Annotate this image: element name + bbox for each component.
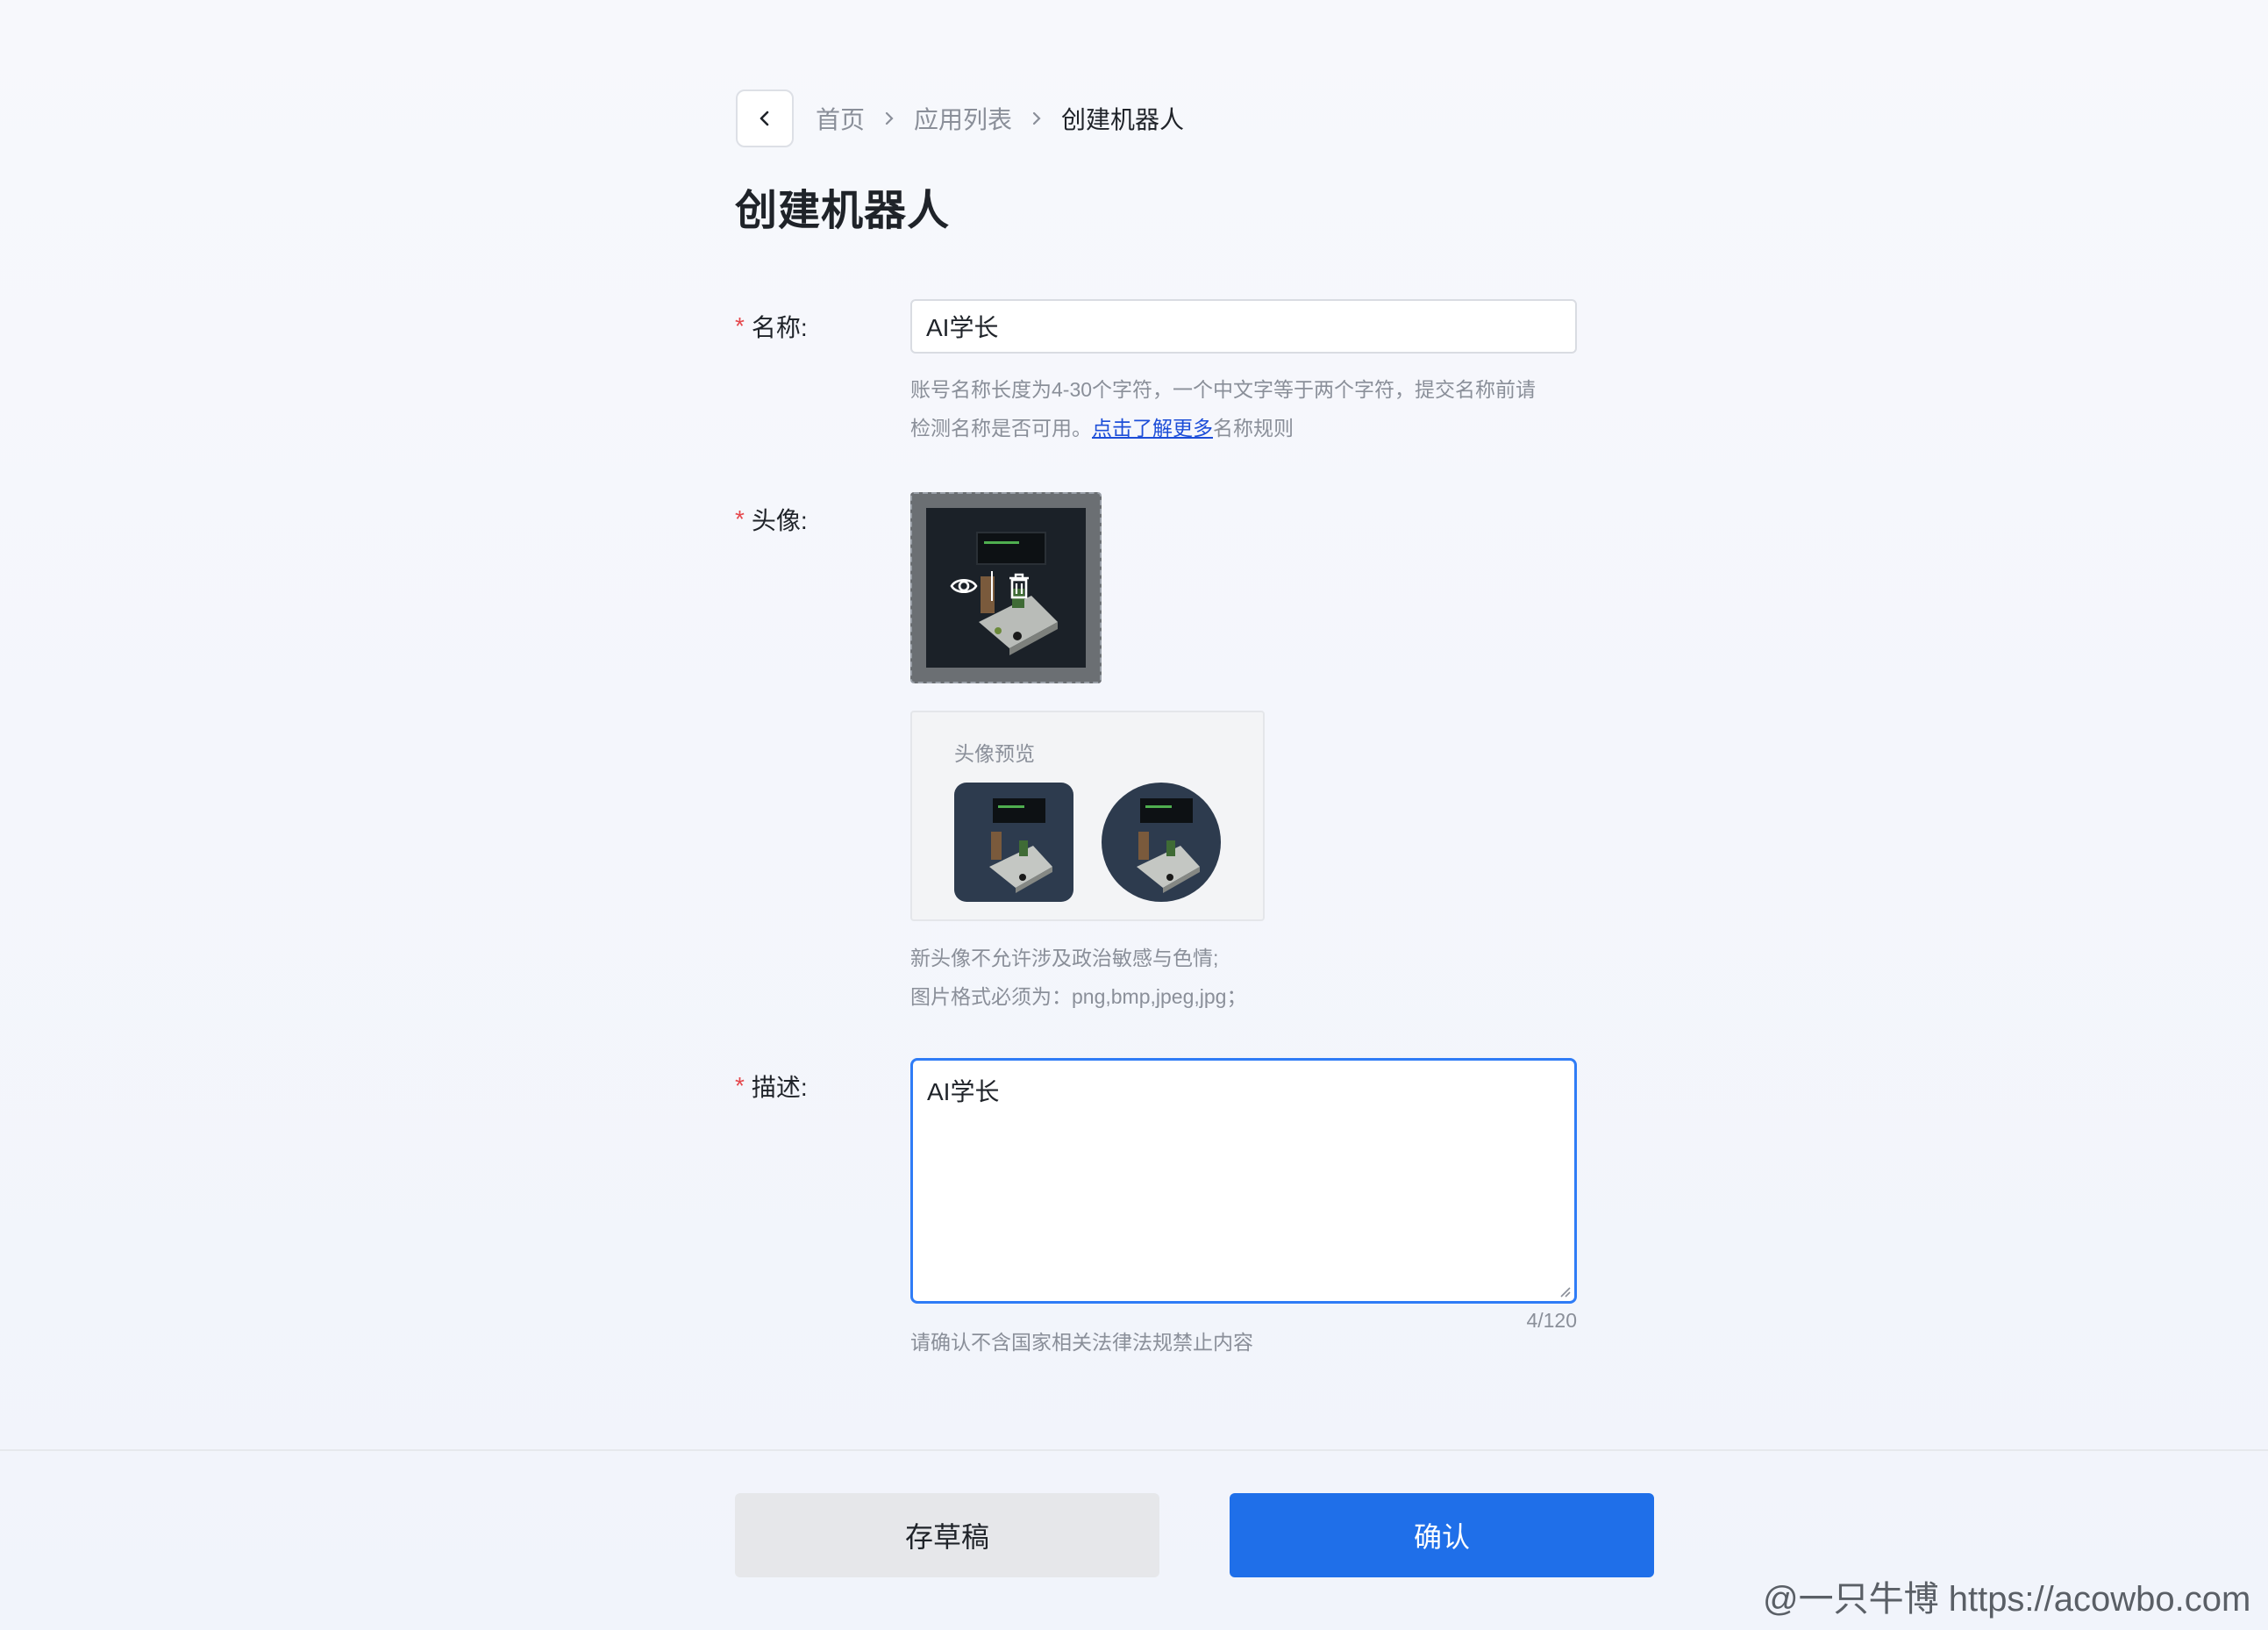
name-label-text: 名称: xyxy=(751,314,808,341)
name-hint-prefix: 检测名称是否可用。 xyxy=(910,417,1092,440)
chevron-right-icon xyxy=(1021,98,1052,139)
description-hint: 请确认不含国家相关法律法规禁止内容 xyxy=(910,1331,1253,1354)
required-mark: * xyxy=(735,312,745,340)
description-label: * 描述: xyxy=(735,1069,808,1104)
page: 首页 应用列表 创建机器人 创建机器人 * 名称: AI学长 账号名称长度为4-… xyxy=(0,0,2268,1630)
avatar-preview-circle xyxy=(1102,783,1221,902)
required-mark: * xyxy=(735,505,745,533)
breadcrumb-app-list[interactable]: 应用列表 xyxy=(914,101,1012,136)
name-hint-suffix: 名称规则 xyxy=(1213,417,1294,440)
name-input-value: AI学长 xyxy=(926,314,999,341)
save-draft-button[interactable]: 存草稿 xyxy=(735,1493,1159,1577)
divider xyxy=(991,571,993,601)
breadcrumb: 首页 应用列表 创建机器人 xyxy=(816,98,1184,139)
learn-more-link[interactable]: 点击了解更多 xyxy=(1092,417,1213,440)
avatar-actions xyxy=(949,571,1033,601)
avatar-label: * 头像: xyxy=(735,502,808,537)
name-hint: 账号名称长度为4-30个字符，一个中文字等于两个字符，提交名称前请 检测名称是否… xyxy=(910,370,1536,447)
description-value: AI学长 xyxy=(927,1078,1000,1105)
name-input[interactable]: AI学长 xyxy=(910,299,1577,354)
avatar-preview-square xyxy=(954,783,1073,902)
chevron-left-icon xyxy=(760,111,769,126)
name-hint-line1: 账号名称长度为4-30个字符，一个中文字等于两个字符，提交名称前请 xyxy=(910,378,1537,401)
avatar-preview-title: 头像预览 xyxy=(954,742,1035,765)
avatar-hint-line2: 图片格式必须为：png,bmp,jpeg,jpg； xyxy=(910,985,1247,1008)
description-textarea[interactable]: AI学长 xyxy=(910,1058,1577,1304)
avatar-preview-card: 头像预览 xyxy=(910,711,1265,921)
trash-icon[interactable] xyxy=(1005,571,1033,601)
avatar-label-text: 头像: xyxy=(751,507,808,534)
watermark: @一只牛博 https://acowbo.com xyxy=(1763,1580,2251,1619)
required-mark: * xyxy=(735,1072,745,1099)
avatar-upload[interactable] xyxy=(910,492,1102,683)
avatar-hint: 新头像不允许涉及政治敏感与色情; 图片格式必须为：png,bmp,jpeg,jp… xyxy=(910,939,1246,1016)
back-button[interactable] xyxy=(736,89,794,147)
confirm-button[interactable]: 确认 xyxy=(1230,1493,1654,1577)
description-label-text: 描述: xyxy=(751,1074,808,1101)
eye-icon[interactable] xyxy=(949,571,979,601)
name-hint-line2: 检测名称是否可用。点击了解更多名称规则 xyxy=(910,409,1536,447)
breadcrumb-home[interactable]: 首页 xyxy=(816,101,865,136)
breadcrumb-current: 创建机器人 xyxy=(1061,106,1185,133)
char-count: 4/120 xyxy=(1526,1309,1577,1332)
chevron-right-icon xyxy=(874,98,905,139)
page-title: 创建机器人 xyxy=(735,188,951,234)
resize-grip-icon[interactable] xyxy=(1557,1283,1571,1298)
avatar-hint-line1: 新头像不允许涉及政治敏感与色情; xyxy=(910,947,1219,969)
footer-divider xyxy=(0,1449,2268,1451)
name-label: * 名称: xyxy=(735,309,808,344)
